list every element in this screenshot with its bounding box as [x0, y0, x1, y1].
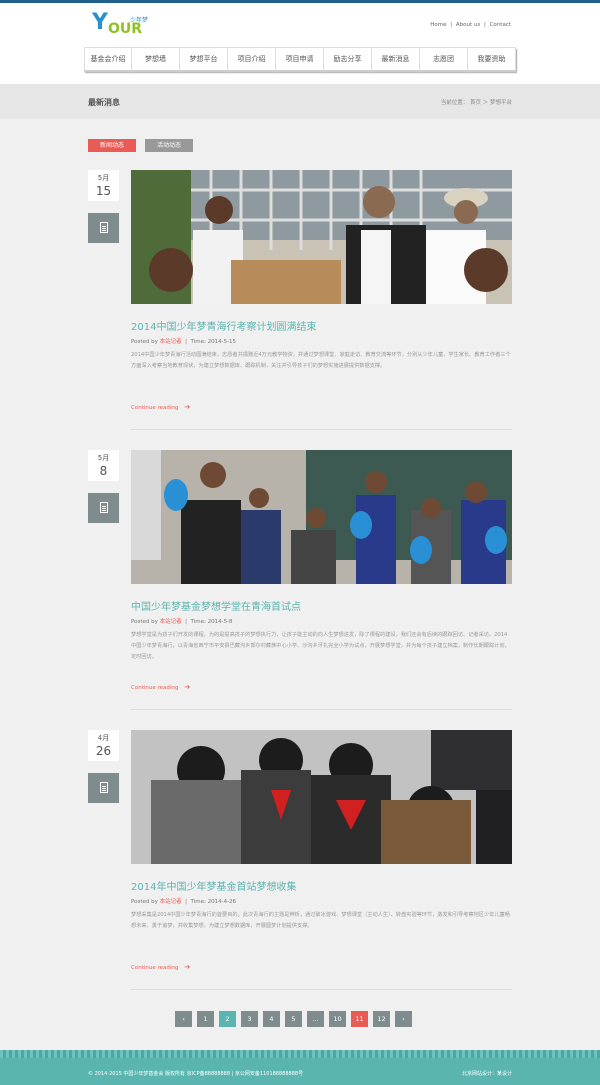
pagination: ‹ 1 2 3 4 5 ... 10 11 12 › — [175, 1011, 417, 1027]
continue-reading-label: Continue reading — [131, 405, 179, 411]
page-title: 最新消息 — [88, 98, 120, 107]
post-day: 26 — [95, 744, 112, 758]
time-label: Time: — [190, 619, 206, 625]
nav-item-apply[interactable]: 项目申请 — [276, 48, 324, 72]
tab-news[interactable]: 新闻动态 — [88, 139, 136, 152]
footer-decoration — [0, 1050, 600, 1058]
next-page-button[interactable]: › — [395, 1011, 412, 1027]
footer-credit[interactable]: 北京网站设计：某设计 — [462, 1070, 512, 1077]
post-photo[interactable] — [131, 450, 512, 584]
tab-activity[interactable]: 活动动态 — [145, 139, 193, 152]
page-button[interactable]: 12 — [373, 1011, 390, 1027]
post-meta: Posted by 本站记者 | Time: 2014-5-8 — [131, 619, 233, 625]
nav-item-share[interactable]: 励志分享 — [324, 48, 372, 72]
continue-reading-link[interactable]: Continue reading ➔ — [131, 403, 190, 411]
post-author[interactable]: 本站记者 — [160, 619, 182, 625]
post-excerpt: 梦想学堂是为孩子们开发的课程，为的是提高孩子的梦想执行力，让孩子能主动的向人生梦… — [131, 632, 510, 660]
post-time: 2014-5-15 — [207, 339, 237, 345]
breadcrumb: 当前位置： 首页 ＞ 梦想平台 — [440, 100, 512, 106]
site-logo[interactable]: Y OUR 少年梦 — [92, 11, 152, 39]
logo-letter-y: Y — [92, 10, 108, 35]
continue-reading-link[interactable]: Continue reading ➔ — [131, 963, 190, 971]
nav-item-news[interactable]: 最新消息 — [372, 48, 420, 72]
post-month: 4月 — [97, 734, 110, 742]
post-date: 5月 8 — [88, 450, 119, 481]
post-meta: Posted by 本站记者 | Time: 2014-4-26 — [131, 899, 237, 905]
post-divider — [131, 709, 512, 710]
nav-item-dream-wall[interactable]: 梦想墙 — [132, 48, 180, 72]
page-button[interactable]: 3 — [241, 1011, 258, 1027]
site-footer: © 2014-2015 中国少年梦基金会 版权所有 京ICP备88888888 … — [0, 1050, 600, 1085]
post-day: 15 — [95, 184, 112, 198]
continue-reading-label: Continue reading — [131, 685, 179, 691]
page-button-current[interactable]: 2 — [219, 1011, 236, 1027]
link-separator: | — [450, 22, 453, 28]
logo-text-cn: 少年梦 — [130, 17, 149, 24]
nav-item-dream-platform[interactable]: 梦想平台 — [180, 48, 228, 72]
page-button[interactable]: 1 — [197, 1011, 214, 1027]
time-label: Time: — [190, 339, 206, 345]
post-title[interactable]: 2014中国少年梦青海行考察计划圆满结束 — [131, 318, 316, 333]
nav-item-foundation[interactable]: 基金会介绍 — [84, 48, 132, 72]
nav-item-volunteers[interactable]: 志愿团 — [420, 48, 468, 72]
post-author[interactable]: 本站记者 — [160, 339, 182, 345]
post-excerpt: 2014中国少年梦青海行活动圆满结束，志愿者共捐赠近4万元教学物资，并通过梦想课… — [131, 352, 511, 369]
posted-by-label: Posted by — [131, 899, 158, 905]
arrow-right-icon: ➔ — [184, 963, 191, 971]
prev-page-button[interactable]: ‹ — [175, 1011, 192, 1027]
post-date: 5月 15 — [88, 170, 119, 201]
page-button[interactable]: 4 — [263, 1011, 280, 1027]
page-title-bar: 最新消息 当前位置： 首页 ＞ 梦想平台 — [0, 84, 600, 119]
top-links: Home | About us | Contact — [429, 22, 512, 28]
posted-by-label: Posted by — [131, 619, 158, 625]
document-icon — [88, 493, 119, 523]
contact-link[interactable]: Contact — [490, 22, 511, 28]
post-photo[interactable] — [131, 170, 512, 304]
post-photo[interactable] — [131, 730, 512, 864]
link-separator: | — [483, 22, 486, 28]
site-header: Y OUR 少年梦 Home | About us | Contact 基金会介… — [0, 3, 600, 84]
page-ellipsis: ... — [307, 1011, 324, 1027]
time-label: Time: — [190, 899, 206, 905]
about-link[interactable]: About us — [456, 22, 480, 28]
post-divider — [131, 989, 512, 990]
page-button-highlight[interactable]: 11 — [351, 1011, 368, 1027]
document-icon — [88, 213, 119, 243]
page-button[interactable]: 5 — [285, 1011, 302, 1027]
post-title[interactable]: 中国少年梦基金梦想学堂在青海首试点 — [131, 598, 301, 613]
nav-item-projects[interactable]: 项目介绍 — [228, 48, 276, 72]
post-title[interactable]: 2014年中国少年梦基金首站梦想收集 — [131, 878, 296, 893]
post-date: 4月 26 — [88, 730, 119, 761]
post-divider — [131, 429, 512, 430]
document-icon — [88, 773, 119, 803]
post-excerpt: 梦想采集是2014中国少年梦青海行的首要目的。此次青海行的主题是辨析，通过破冰游… — [131, 912, 510, 929]
continue-reading-link[interactable]: Continue reading ➔ — [131, 683, 190, 691]
posted-by-label: Posted by — [131, 339, 158, 345]
home-link[interactable]: Home — [430, 22, 446, 28]
post-month: 5月 — [97, 454, 110, 462]
post-month: 5月 — [97, 174, 110, 182]
post-time: 2014-4-26 — [207, 899, 237, 905]
post-author[interactable]: 本站记者 — [160, 899, 182, 905]
page-button[interactable]: 10 — [329, 1011, 346, 1027]
post-time: 2014-5-8 — [207, 619, 233, 625]
arrow-right-icon: ➔ — [184, 683, 191, 691]
post-day: 8 — [99, 464, 108, 478]
nav-item-donate[interactable]: 我要资助 — [468, 48, 516, 72]
arrow-right-icon: ➔ — [184, 403, 191, 411]
main-nav: 基金会介绍 梦想墙 梦想平台 项目介绍 项目申请 励志分享 最新消息 志愿团 我… — [84, 47, 516, 72]
post-meta: Posted by 本站记者 | Time: 2014-5-15 — [131, 339, 237, 345]
continue-reading-label: Continue reading — [131, 965, 179, 971]
footer-copyright: © 2014-2015 中国少年梦基金会 版权所有 京ICP备88888888 … — [88, 1071, 304, 1077]
